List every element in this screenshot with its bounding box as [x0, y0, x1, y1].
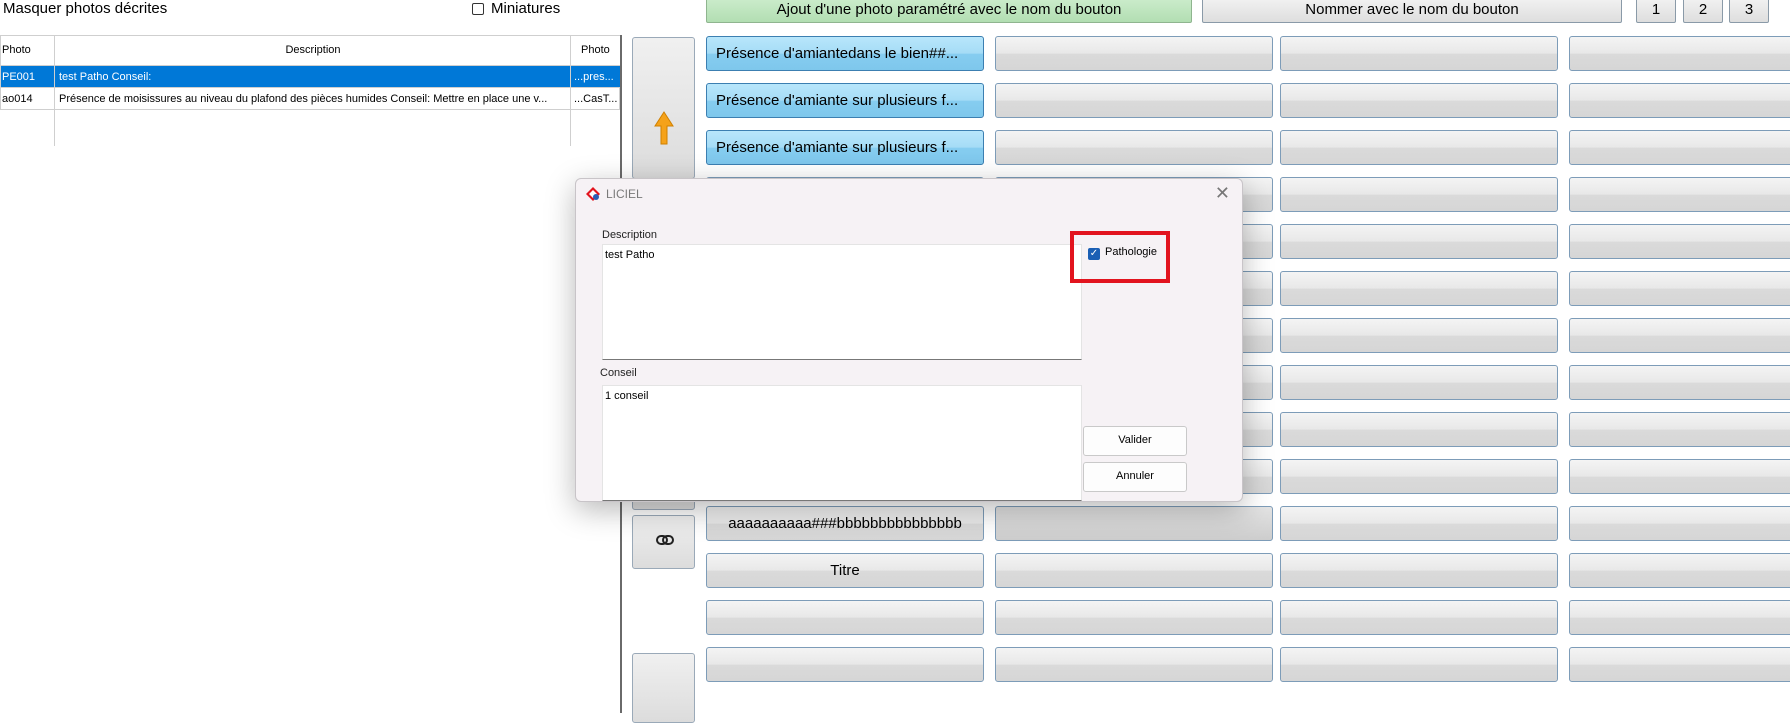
- page-1-button[interactable]: 1: [1636, 0, 1676, 23]
- grid-button-r13-c1[interactable]: [706, 600, 984, 635]
- hide-described-photos-label[interactable]: Masquer photos décrites: [3, 0, 167, 17]
- grid-button-r14-c4[interactable]: [1569, 647, 1790, 682]
- column-header-photo-2[interactable]: Photo: [581, 36, 621, 65]
- grid-button-r8-c3[interactable]: [1280, 365, 1558, 400]
- grid-button-r12-c3[interactable]: [1280, 553, 1558, 588]
- grid-button-r7-c3[interactable]: [1280, 318, 1558, 353]
- grid-button-r1-c2[interactable]: [995, 36, 1273, 71]
- grid-button-r3-c2[interactable]: [995, 130, 1273, 165]
- grid-button-r2-c3[interactable]: [1280, 83, 1558, 118]
- move-up-button[interactable]: [632, 37, 695, 179]
- rename-button[interactable]: Nommer avec le nom du bouton: [1202, 0, 1622, 23]
- grid-button-r1-c3[interactable]: [1280, 36, 1558, 71]
- grid-button-r2-c2[interactable]: [995, 83, 1273, 118]
- photo-table: Photo Description Photo PE001 test Patho…: [0, 35, 621, 146]
- grid-button-r4-c4[interactable]: [1569, 177, 1790, 212]
- link-button[interactable]: [632, 515, 695, 569]
- grid-button-r4-c3[interactable]: [1280, 177, 1558, 212]
- grid-button-r13-c3[interactable]: [1280, 600, 1558, 635]
- liciel-dialog: LICIEL ✕ Description test Patho Conseil …: [575, 178, 1243, 502]
- grid-button-r2-c4[interactable]: [1569, 83, 1790, 118]
- grid-button-r8-c4[interactable]: [1569, 365, 1790, 400]
- grid-button-r1-c1[interactable]: Présence d'amiantedans le bien##...: [706, 36, 984, 71]
- grid-button-r9-c4[interactable]: [1569, 412, 1790, 447]
- pathologie-label[interactable]: Pathologie: [1105, 246, 1157, 258]
- column-header-photo[interactable]: Photo: [2, 36, 54, 65]
- grid-button-r11-c2[interactable]: [995, 506, 1273, 541]
- description-label: Description: [602, 229, 658, 241]
- grid-button-r14-c2[interactable]: [995, 647, 1273, 682]
- grid-button-r12-c2[interactable]: [995, 553, 1273, 588]
- conseil-label: Conseil: [600, 367, 637, 379]
- cell-photo: ao014: [2, 93, 33, 105]
- dialog-title: LICIEL: [606, 187, 643, 201]
- add-photo-button[interactable]: Ajout d'une photo paramétré avec le nom …: [706, 0, 1192, 23]
- description-textarea[interactable]: test Patho: [602, 244, 1082, 360]
- grid-button-r6-c3[interactable]: [1280, 271, 1558, 306]
- grid-button-r13-c2[interactable]: [995, 600, 1273, 635]
- table-row[interactable]: ao014 Présence de moisissures au niveau …: [1, 88, 621, 110]
- column-header-description[interactable]: Description: [56, 36, 570, 65]
- thumbnails-label: Miniatures: [491, 0, 561, 17]
- cell-description: test Patho Conseil:: [59, 71, 152, 83]
- close-icon[interactable]: ✕: [1215, 183, 1230, 204]
- grid-button-r12-c1[interactable]: Titre: [706, 553, 984, 588]
- cancel-button[interactable]: Annuler: [1083, 462, 1187, 492]
- cell-photo: PE001: [2, 71, 36, 83]
- grid-button-r3-c1[interactable]: Présence d'amiante sur plusieurs f...: [706, 130, 984, 165]
- cell-description: Présence de moisissures au niveau du pla…: [59, 93, 548, 105]
- grid-button-r10-c3[interactable]: [1280, 459, 1558, 494]
- arrow-up-icon: [654, 111, 674, 145]
- page-2-button[interactable]: 2: [1683, 0, 1723, 23]
- grid-button-r14-c3[interactable]: [1280, 647, 1558, 682]
- conseil-textarea[interactable]: 1 conseil: [602, 385, 1082, 501]
- grid-button-r11-c3[interactable]: [1280, 506, 1558, 541]
- grid-button-r3-c3[interactable]: [1280, 130, 1558, 165]
- grid-button-r11-c4[interactable]: [1569, 506, 1790, 541]
- cell-photo-2: ...CasT...: [574, 93, 618, 105]
- grid-button-r6-c4[interactable]: [1569, 271, 1790, 306]
- table-row[interactable]: PE001 test Patho Conseil: ...pres...: [1, 66, 621, 88]
- grid-button-r11-c1[interactable]: aaaaaaaaaa###bbbbbbbbbbbbbbb: [706, 506, 984, 541]
- grid-button-r12-c4[interactable]: [1569, 553, 1790, 588]
- grid-button-r14-c1[interactable]: [706, 647, 984, 682]
- grid-button-r9-c3[interactable]: [1280, 412, 1558, 447]
- grid-button-r2-c1[interactable]: Présence d'amiante sur plusieurs f...: [706, 83, 984, 118]
- pathologie-highlight: ✓ Pathologie: [1070, 231, 1170, 283]
- grid-button-r1-c4[interactable]: [1569, 36, 1790, 71]
- table-header: Photo Description Photo: [1, 36, 621, 66]
- grid-button-r3-c4[interactable]: [1569, 130, 1790, 165]
- grid-button-r5-c3[interactable]: [1280, 224, 1558, 259]
- page-3-button[interactable]: 3: [1729, 0, 1769, 23]
- pathologie-checkbox[interactable]: ✓: [1088, 248, 1100, 260]
- thumbnails-checkbox[interactable]: [472, 3, 484, 15]
- grid-button-r13-c4[interactable]: [1569, 600, 1790, 635]
- validate-button[interactable]: Valider: [1083, 426, 1187, 456]
- liciel-logo-icon: [586, 187, 600, 201]
- link-icon: [656, 535, 674, 545]
- grid-button-r5-c4[interactable]: [1569, 224, 1790, 259]
- grid-button-r7-c4[interactable]: [1569, 318, 1790, 353]
- grid-button-r10-c4[interactable]: [1569, 459, 1790, 494]
- cell-photo-2: ...pres...: [574, 71, 614, 83]
